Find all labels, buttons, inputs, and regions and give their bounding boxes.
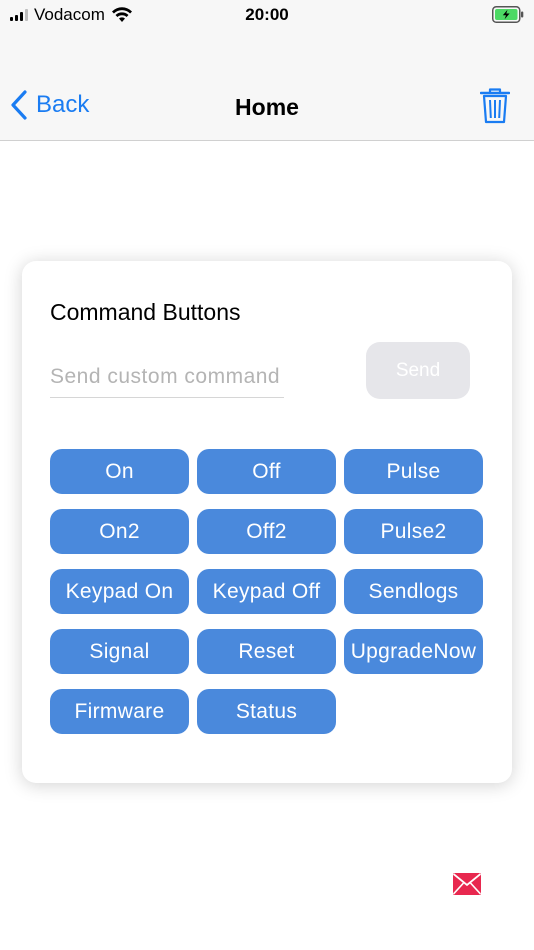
card-title: Command Buttons: [50, 299, 241, 325]
status-time: 20:00: [245, 5, 289, 24]
firmware-button[interactable]: Firmware: [50, 689, 189, 734]
delete-button[interactable]: [479, 88, 511, 129]
pulse2-button[interactable]: Pulse2: [344, 509, 483, 554]
off-button[interactable]: Off: [197, 449, 336, 494]
status-button[interactable]: Status: [197, 689, 336, 734]
upgrade-now-button[interactable]: UpgradeNow: [344, 629, 483, 674]
mail-button[interactable]: [452, 873, 482, 900]
pulse-button[interactable]: Pulse: [344, 449, 483, 494]
sendlogs-button[interactable]: Sendlogs: [344, 569, 483, 614]
navigation-bar: Back Home: [0, 30, 534, 141]
on-button[interactable]: On: [50, 449, 189, 494]
page-title: Home: [235, 94, 299, 120]
on2-button[interactable]: On2: [50, 509, 189, 554]
custom-command-input[interactable]: [50, 356, 284, 398]
battery-charging-icon: [492, 6, 524, 23]
mail-icon: [452, 873, 482, 895]
off2-button[interactable]: Off2: [197, 509, 336, 554]
trash-icon: [479, 88, 511, 124]
command-card: Command Buttons Send On Off Pulse On2 Of…: [22, 261, 512, 783]
send-button[interactable]: Send: [366, 342, 470, 399]
signal-button[interactable]: Signal: [50, 629, 189, 674]
command-button-grid: On Off Pulse On2 Off2 Pulse2 Keypad On K…: [50, 449, 483, 734]
keypad-on-button[interactable]: Keypad On: [50, 569, 189, 614]
keypad-off-button[interactable]: Keypad Off: [197, 569, 336, 614]
status-bar: Vodacom 20:00: [0, 0, 534, 30]
reset-button[interactable]: Reset: [197, 629, 336, 674]
